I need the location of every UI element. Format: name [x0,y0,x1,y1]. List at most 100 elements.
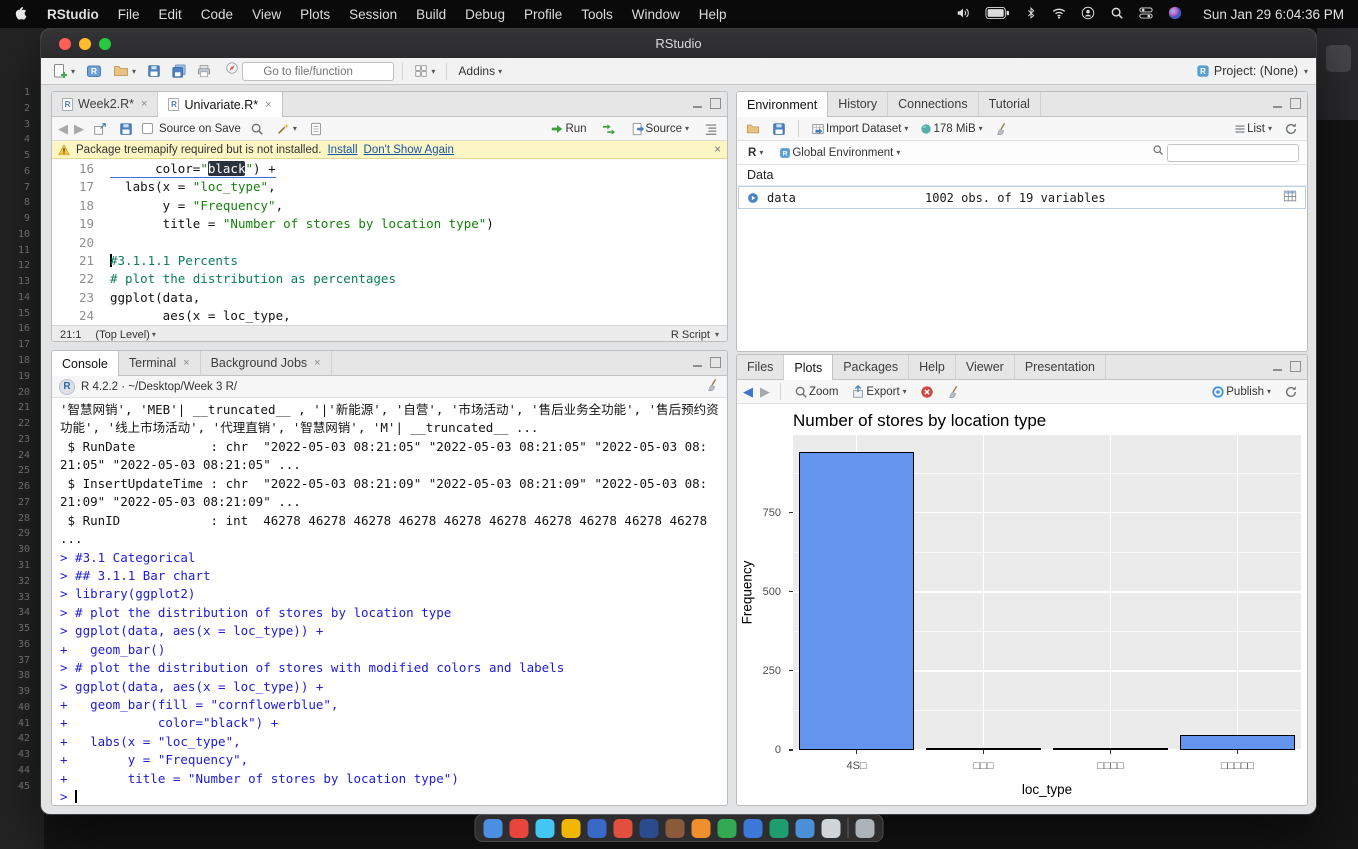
menu-item-tools[interactable]: Tools [581,7,613,22]
tab-univariate-r-[interactable]: RUnivariate.R*× [158,92,282,117]
minimize-pane-icon[interactable] [1272,98,1283,109]
forward-icon[interactable]: ▶ [74,122,84,135]
close-tab-icon[interactable]: × [314,357,320,369]
view-data-grid-icon[interactable] [1283,189,1297,206]
dock-app-icon[interactable] [536,819,555,838]
menu-item-file[interactable]: File [118,7,140,22]
addins-button[interactable]: Addins▾ [455,62,505,80]
back-icon[interactable]: ◀ [58,122,68,135]
dock-app-icon[interactable] [484,819,503,838]
dock-app-icon[interactable] [744,819,763,838]
menu-item-edit[interactable]: Edit [159,7,182,22]
scope-selector[interactable]: (Top Level)▾ [95,329,155,341]
show-in-new-window-button[interactable] [90,120,110,138]
zoom-plot-button[interactable]: Zoom [791,383,841,401]
close-tab-icon[interactable]: × [265,99,271,111]
wifi-icon[interactable] [1052,6,1066,23]
bluetooth-icon[interactable] [1025,7,1037,22]
menu-app-name[interactable]: RStudio [47,7,99,22]
close-tab-icon[interactable]: × [183,357,189,369]
clear-plots-button[interactable] [944,383,964,401]
tab-presentation[interactable]: Presentation [1015,355,1106,379]
menu-item-code[interactable]: Code [201,7,233,22]
dock-app-icon[interactable] [796,819,815,838]
minimize-pane-icon[interactable] [1272,361,1283,372]
document-outline-button[interactable] [701,120,721,138]
menu-item-help[interactable]: Help [699,7,727,22]
tab-viewer[interactable]: Viewer [956,355,1015,379]
menu-bar-clock[interactable]: Sun Jan 29 6:04:36 PM [1203,7,1344,22]
tab-environment[interactable]: Environment [737,92,828,117]
open-file-button[interactable]: ▾ [110,61,139,81]
menu-item-profile[interactable]: Profile [524,7,562,22]
tab-tutorial[interactable]: Tutorial [979,92,1041,116]
menu-item-debug[interactable]: Debug [465,7,505,22]
dock-trash-icon[interactable] [856,819,875,838]
source-button[interactable]: Source▾ [628,120,692,138]
rerun-button[interactable] [599,120,619,138]
pane-layout-button[interactable]: ▾ [411,62,438,80]
maximize-pane-icon[interactable] [710,98,721,109]
tab-files[interactable]: Files [737,355,784,379]
tab-connections[interactable]: Connections [888,92,979,116]
minimize-pane-icon[interactable] [692,98,703,109]
dock-app-icon[interactable] [822,819,841,838]
dock-app-icon[interactable] [666,819,685,838]
list-view-button[interactable]: List▾ [1231,121,1275,137]
maximize-pane-icon[interactable] [710,357,721,368]
dock-app-icon[interactable] [718,819,737,838]
user-switch-icon[interactable] [1081,6,1095,23]
spotlight-icon[interactable] [1110,6,1124,23]
tab-history[interactable]: History [828,92,888,116]
dont-show-again-link[interactable]: Don't Show Again [364,144,454,156]
menu-item-session[interactable]: Session [349,7,397,22]
new-file-button[interactable]: ▾ [49,61,78,81]
dock-app-icon[interactable] [614,819,633,838]
control-center-icon[interactable] [1139,6,1153,23]
save-workspace-button[interactable] [769,120,789,138]
dock-app-icon[interactable] [510,819,529,838]
clear-console-button[interactable] [706,378,720,395]
tab-week2-r-[interactable]: RWeek2.R*× [52,92,158,116]
file-type-selector[interactable]: R Script▾ [671,329,719,341]
publish-button[interactable]: Publish▾ [1208,383,1274,401]
dock-app-icon[interactable] [562,819,581,838]
next-plot-icon[interactable]: ▶ [760,385,770,398]
tab-help[interactable]: Help [909,355,956,379]
refresh-environment-button[interactable] [1281,120,1301,138]
print-button[interactable] [194,62,214,80]
environment-object-row[interactable]: data 1002 obs. of 19 variables [738,186,1306,209]
source-on-save-checkbox[interactable] [142,123,153,134]
menu-item-build[interactable]: Build [416,7,446,22]
run-button[interactable]: Run [547,120,589,138]
window-titlebar[interactable]: RStudio [41,29,1316,58]
tab-plots[interactable]: Plots [784,355,833,380]
save-source-button[interactable] [116,120,136,138]
volume-icon[interactable] [956,6,970,23]
battery-icon[interactable] [985,7,1010,22]
clear-environment-button[interactable] [992,120,1012,138]
tab-console[interactable]: Console [52,351,119,376]
previous-plot-icon[interactable]: ◀ [743,385,753,398]
save-all-button[interactable] [169,62,189,80]
apple-menu[interactable] [14,6,28,23]
code-editor[interactable]: 161718192021222324 color="black") + labs… [52,159,727,325]
menu-item-window[interactable]: Window [632,7,680,22]
dock-app-icon[interactable] [770,819,789,838]
remove-plot-button[interactable] [917,383,937,401]
dock-app-icon[interactable] [640,819,659,838]
tab-packages[interactable]: Packages [833,355,909,379]
load-workspace-button[interactable] [743,120,763,138]
dock-app-icon[interactable] [692,819,711,838]
memory-usage-button[interactable]: 178 MiB▾ [917,121,985,137]
maximize-pane-icon[interactable] [1290,361,1301,372]
project-menu[interactable]: Project: (None) ▾ [1196,64,1308,78]
minimize-pane-icon[interactable] [692,357,703,368]
find-replace-button[interactable] [247,120,267,138]
goto-file-input[interactable] [242,62,394,81]
environment-scope-selector[interactable]: Global Environment▾ [776,145,903,161]
close-warning-icon[interactable]: × [714,144,721,156]
save-button[interactable] [144,62,164,80]
close-tab-icon[interactable]: × [141,98,147,110]
tab-terminal[interactable]: Terminal× [119,351,201,375]
